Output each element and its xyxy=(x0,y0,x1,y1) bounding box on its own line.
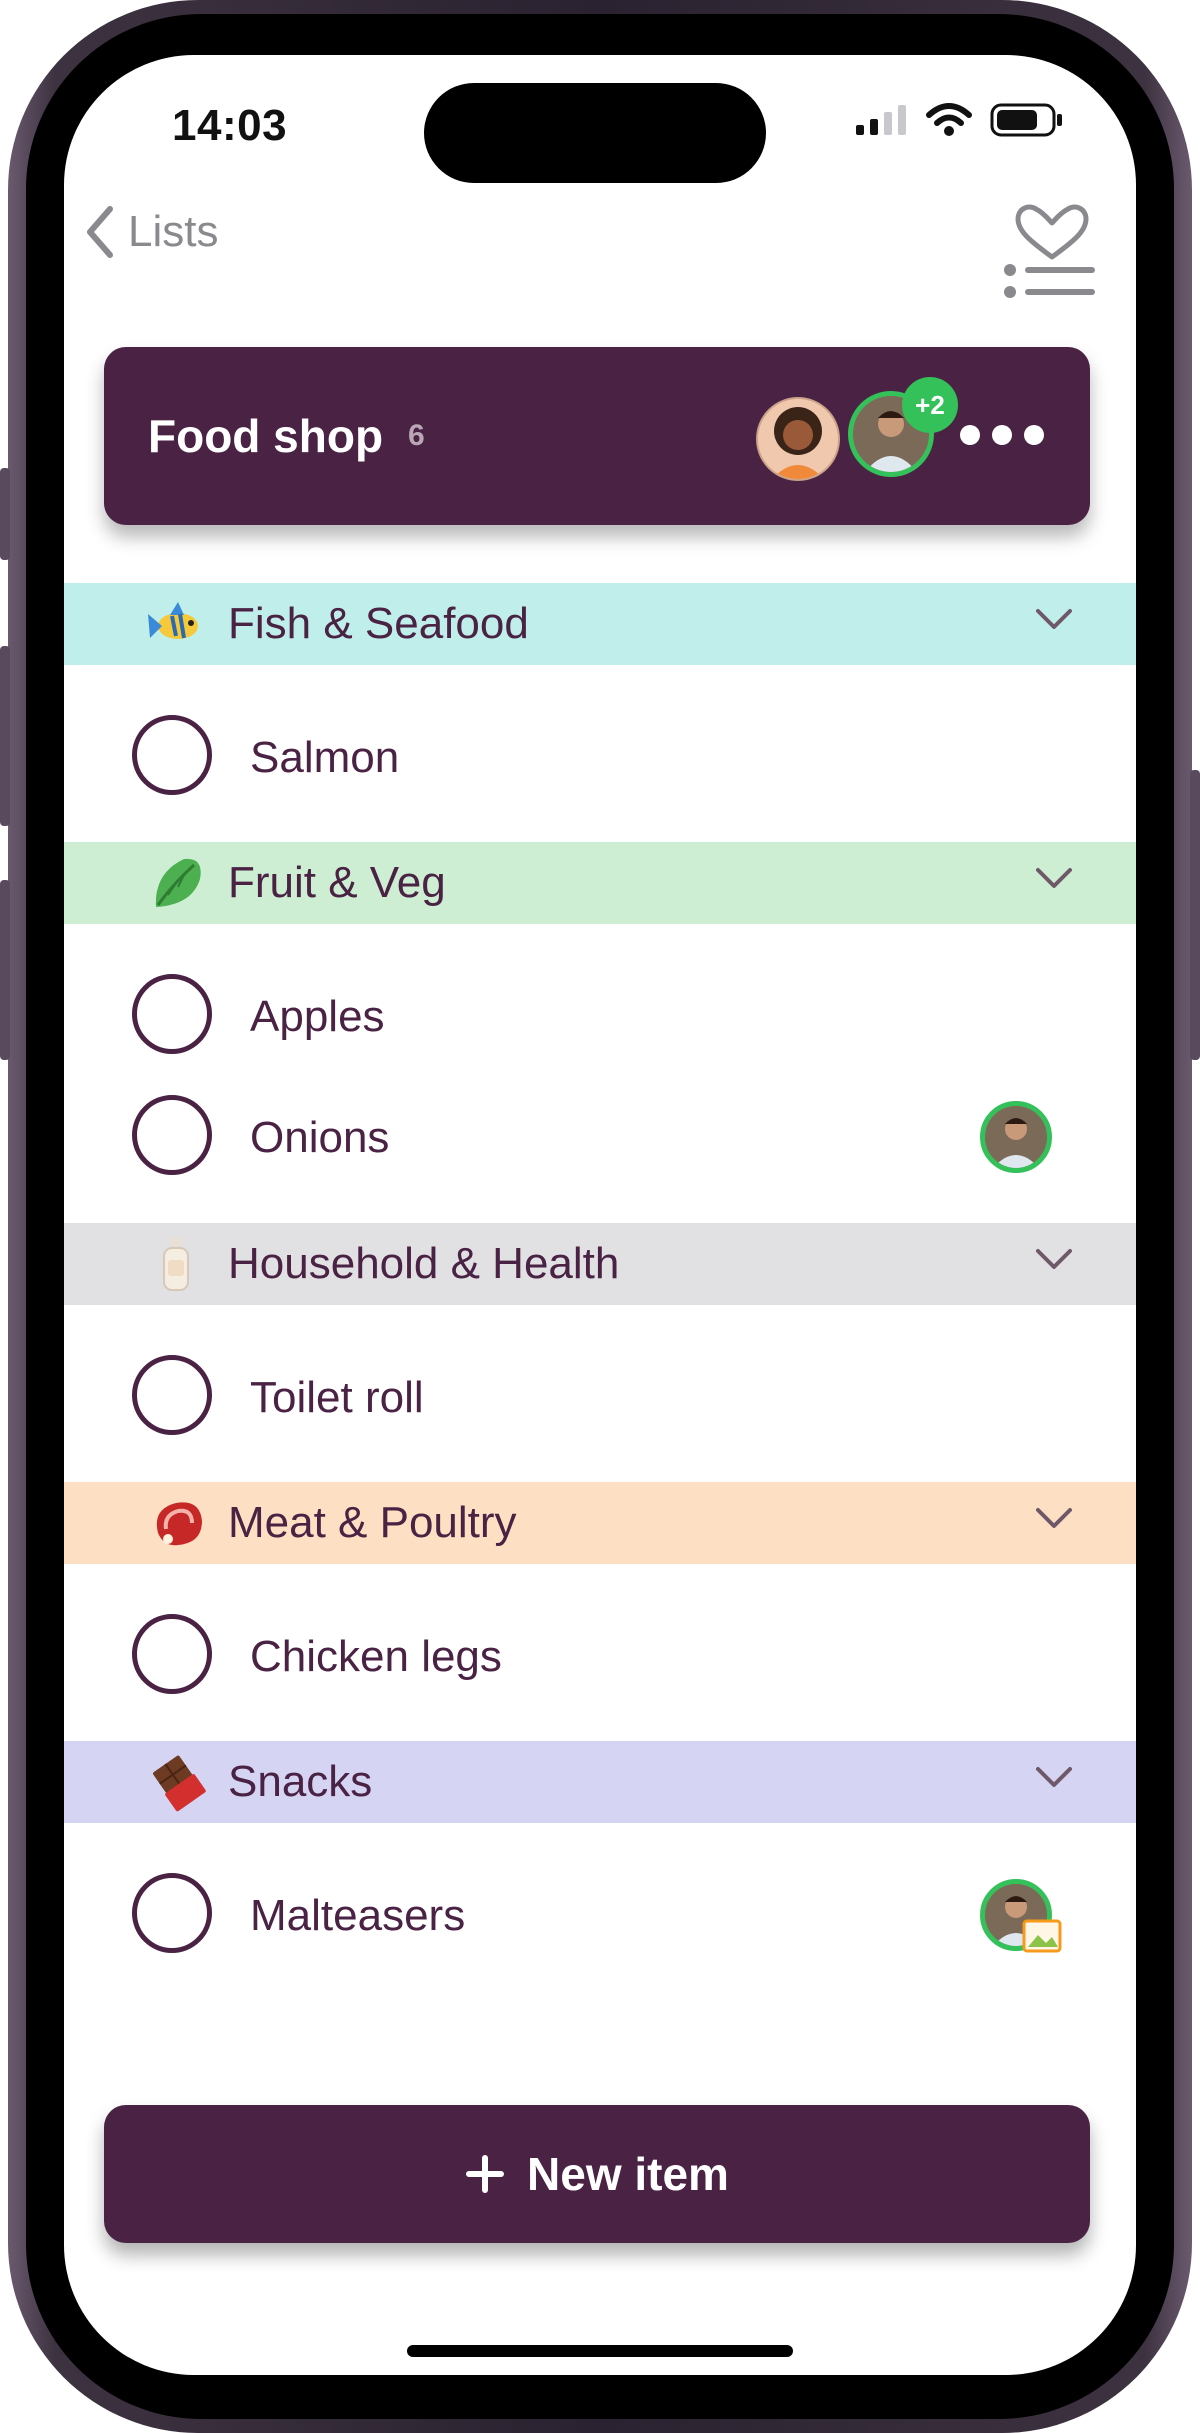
item-checkbox[interactable] xyxy=(132,1355,212,1435)
section-header-fish-seafood[interactable]: Fish & Seafood xyxy=(64,583,1136,665)
dot xyxy=(1024,425,1044,445)
side-button-left-2 xyxy=(0,646,10,826)
more-options-button[interactable] xyxy=(960,425,1044,445)
section-header-snacks[interactable]: Snacks xyxy=(64,1741,1136,1823)
list-item-salmon: Salmon xyxy=(64,705,1136,805)
wifi-icon xyxy=(926,103,972,136)
list-title: Food shop xyxy=(148,410,384,462)
tropical-fish-icon xyxy=(148,602,198,639)
extra-members-badge[interactable]: +2 xyxy=(902,377,958,433)
section-title: Meat & Poultry xyxy=(228,1498,517,1547)
section-title: Household & Health xyxy=(228,1239,620,1288)
side-button-right xyxy=(1190,770,1200,1060)
item-checkbox[interactable] xyxy=(132,1873,212,1953)
item-checkbox[interactable] xyxy=(132,1095,212,1175)
assignee-avatar[interactable] xyxy=(980,1101,1052,1173)
chevron-down-icon[interactable] xyxy=(1034,605,1074,635)
back-button[interactable]: Lists xyxy=(84,205,218,259)
chevron-down-icon[interactable] xyxy=(1034,864,1074,894)
item-checkbox[interactable] xyxy=(132,715,212,795)
item-label[interactable]: Chicken legs xyxy=(250,1632,502,1682)
leafy-green-icon xyxy=(155,858,201,907)
section-title: Fish & Seafood xyxy=(228,599,529,648)
side-button-left-3 xyxy=(0,880,10,1060)
section-header-meat-poultry[interactable]: Meat & Poultry xyxy=(64,1482,1136,1564)
item-count: 6 xyxy=(408,419,425,452)
home-indicator[interactable] xyxy=(407,2345,793,2357)
person-avatar-icon xyxy=(758,399,838,479)
new-item-label: New item xyxy=(527,2148,729,2200)
photo-attachment-icon[interactable] xyxy=(1022,1919,1062,1953)
list-header-card[interactable]: Food shop 6 +2 xyxy=(104,347,1090,525)
section-title: Fruit & Veg xyxy=(228,858,446,907)
item-label[interactable]: Apples xyxy=(250,992,385,1042)
favorites-list-button[interactable] xyxy=(1000,195,1100,305)
app-screen: 14:03 Lists Food shop 6 +2 Fish & Seafoo… xyxy=(64,55,1136,2375)
status-time: 14:03 xyxy=(172,101,288,150)
chevron-left-icon xyxy=(87,206,113,258)
favorites-list-icon xyxy=(1004,204,1095,298)
plus-icon xyxy=(466,2155,505,2193)
section-header-household-health[interactable]: Household & Health xyxy=(64,1223,1136,1305)
section-header-fruit-veg[interactable]: Fruit & Veg xyxy=(64,842,1136,924)
dynamic-island xyxy=(424,83,766,183)
back-label: Lists xyxy=(128,207,219,256)
item-label[interactable]: Salmon xyxy=(250,733,399,783)
chocolate-bar-icon xyxy=(153,1755,206,1812)
battery-icon xyxy=(990,103,1062,137)
section-title: Snacks xyxy=(228,1757,373,1806)
person-avatar-icon xyxy=(985,1106,1047,1168)
item-label[interactable]: Onions xyxy=(250,1113,389,1163)
signal-icon xyxy=(856,105,906,135)
new-item-button[interactable]: New item xyxy=(104,2105,1090,2243)
status-icons xyxy=(856,103,1064,137)
chevron-down-icon[interactable] xyxy=(1034,1763,1074,1793)
chevron-down-icon[interactable] xyxy=(1034,1245,1074,1275)
item-checkbox[interactable] xyxy=(132,1614,212,1694)
item-checkbox[interactable] xyxy=(132,974,212,1054)
list-item-onions: Onions xyxy=(64,1085,1136,1185)
chevron-down-icon[interactable] xyxy=(1034,1504,1074,1534)
list-item-chicken-legs: Chicken legs xyxy=(64,1604,1136,1704)
item-label[interactable]: Malteasers xyxy=(250,1891,465,1941)
list-item-toilet-roll: Toilet roll xyxy=(64,1345,1136,1445)
lotion-bottle-icon xyxy=(163,1238,189,1291)
member-avatar-1[interactable] xyxy=(756,397,840,481)
list-item-apples: Apples xyxy=(64,964,1136,1064)
side-button-left-1 xyxy=(0,468,10,560)
dot xyxy=(992,425,1012,445)
item-label[interactable]: Toilet roll xyxy=(250,1373,424,1423)
cut-of-meat-icon xyxy=(156,1502,202,1546)
dot xyxy=(960,425,980,445)
list-item-malteasers: Malteasers xyxy=(64,1863,1136,1963)
